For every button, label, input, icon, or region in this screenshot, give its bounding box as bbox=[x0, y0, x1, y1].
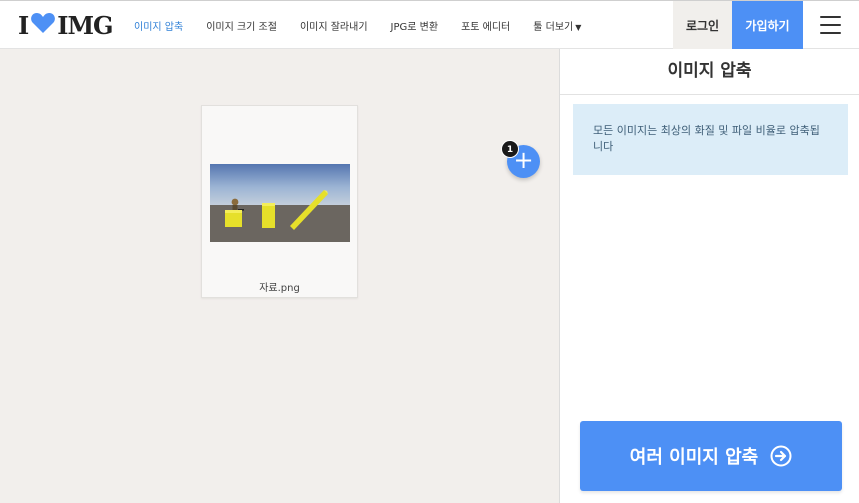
iloveimg-logo[interactable]: I IMG bbox=[18, 10, 114, 40]
logo-text-img: IMG bbox=[57, 10, 113, 40]
main-nav: 이미지 압축 이미지 크기 조절 이미지 잘라내기 JPG로 변환 포토 에디터… bbox=[134, 1, 604, 50]
file-name: 자료.png bbox=[259, 283, 300, 294]
top-navigation-bar: I IMG 이미지 압축 이미지 크기 조절 이미지 잘라내기 JPG로 변환 … bbox=[0, 0, 859, 49]
file-card[interactable]: 자료.png bbox=[201, 105, 358, 298]
nav-resize-image[interactable]: 이미지 크기 조절 bbox=[206, 18, 277, 33]
logo-letter-i: I bbox=[18, 10, 29, 40]
info-message: 모든 이미지는 최상의 화질 및 파일 비율로 압축됩니다 bbox=[573, 104, 848, 175]
nav-compress-image[interactable]: 이미지 압축 bbox=[134, 18, 183, 33]
nav-convert-to-jpg[interactable]: JPG로 변환 bbox=[391, 18, 439, 33]
nav-more-tools-label: 툴 더보기 bbox=[533, 22, 574, 33]
compress-images-button[interactable]: 여러 이미지 압축 bbox=[580, 421, 842, 491]
compress-button-label: 여러 이미지 압축 bbox=[629, 447, 759, 468]
image-thumbnail bbox=[210, 164, 350, 242]
nav-photo-editor[interactable]: 포토 에디터 bbox=[461, 18, 510, 33]
nav-more-tools[interactable]: 툴 더보기 ▼ bbox=[533, 18, 581, 33]
arrow-right-circle-icon bbox=[770, 445, 792, 467]
hamburger-icon[interactable] bbox=[820, 16, 841, 34]
caret-down-icon: ▼ bbox=[575, 23, 582, 32]
login-button[interactable]: 로그인 bbox=[673, 1, 732, 49]
sidebar-title: 이미지 압축 bbox=[560, 49, 859, 95]
heart-icon bbox=[30, 12, 56, 38]
nav-crop-image[interactable]: 이미지 잘라내기 bbox=[300, 18, 368, 33]
signup-button[interactable]: 가입하기 bbox=[732, 1, 803, 49]
options-sidebar: 이미지 압축 모든 이미지는 최상의 화질 및 파일 비율로 압축됩니다 여러 … bbox=[559, 49, 859, 503]
file-count-badge: 1 bbox=[501, 140, 519, 158]
file-workspace: 자료.png + 1 bbox=[0, 49, 559, 503]
